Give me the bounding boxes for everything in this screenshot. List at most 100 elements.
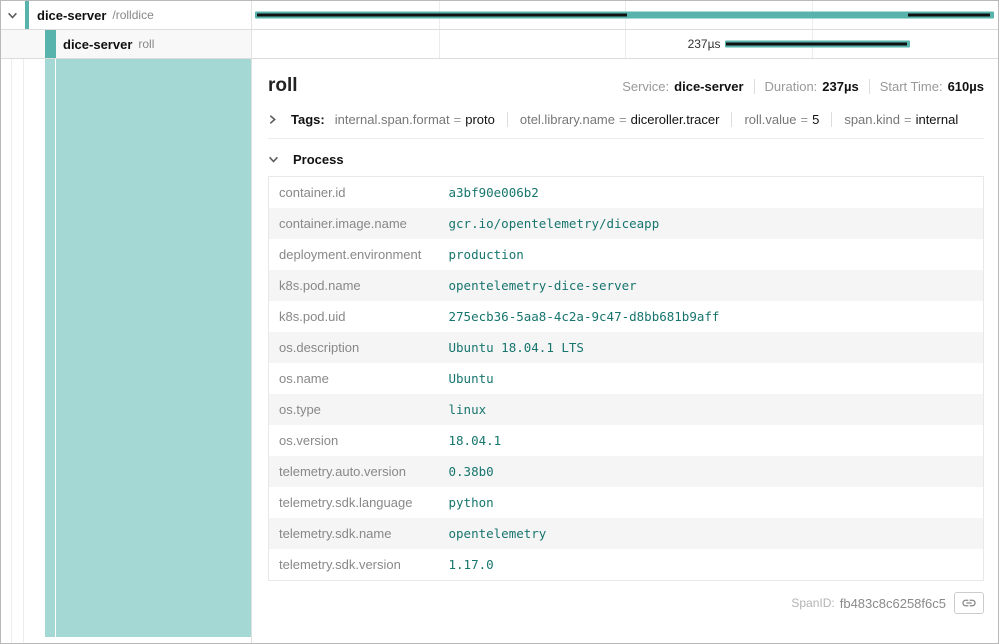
process-value: linux [439,394,984,425]
process-key: os.type [269,394,439,425]
process-row: os.version18.04.1 [269,425,984,456]
process-row: telemetry.auto.version0.38b0 [269,456,984,487]
span-color-accent [45,30,56,58]
span-row-roll[interactable]: dice-server roll 237µs [1,30,998,59]
process-row: os.descriptionUbuntu 18.04.1 LTS [269,332,984,363]
process-value: a3bf90e006b2 [439,177,984,209]
process-key: container.id [269,177,439,209]
tag-key: otel.library.name [520,112,615,127]
chevron-right-icon [268,114,277,125]
service-name: dice-server [37,8,106,23]
span-timeline-cell[interactable] [252,1,998,29]
tag-item: roll.value =5 [731,112,819,127]
tag-key: roll.value [744,112,796,127]
chevron-down-icon [268,154,279,165]
process-key: telemetry.sdk.language [269,487,439,518]
process-value: 1.17.0 [439,549,984,581]
process-row: container.image.namegcr.io/opentelemetry… [269,208,984,239]
process-value: python [439,487,984,518]
process-row: deployment.environmentproduction [269,239,984,270]
service-name: dice-server [63,37,132,52]
process-row: telemetry.sdk.languagepython [269,487,984,518]
spanid-label: SpanID: [791,596,834,610]
process-key: deployment.environment [269,239,439,270]
process-key: os.name [269,363,439,394]
process-accordion-header[interactable]: Process [268,152,984,167]
process-row: k8s.pod.nameopentelemetry-dice-server [269,270,984,301]
tag-equals: = [801,112,809,127]
process-value: 0.38b0 [439,456,984,487]
overview-start-time: Start Time: 610µs [869,79,984,94]
duration-value: 237µs [822,79,858,94]
process-key: k8s.pod.name [269,270,439,301]
overview-duration: Duration: 237µs [754,79,859,94]
chevron-down-icon[interactable] [7,10,18,21]
span-name-cell[interactable]: dice-server roll [1,30,252,58]
tags-summary: internal.span.format=proto otel.library.… [335,112,959,127]
tag-item: otel.library.name = diceroller.tracer [507,112,720,127]
tag-equals: = [904,112,912,127]
service-label: Service: [622,79,669,94]
tag-item: internal.span.format =proto [335,112,495,127]
process-row: os.nameUbuntu [269,363,984,394]
process-key: telemetry.auto.version [269,456,439,487]
span-color-block [56,59,251,637]
span-row-rolldice[interactable]: dice-server /rolldice [1,1,998,30]
process-value: production [439,239,984,270]
process-key: os.description [269,332,439,363]
critical-path-segment [257,14,627,17]
process-key: telemetry.sdk.name [269,518,439,549]
process-value: gcr.io/opentelemetry/diceapp [439,208,984,239]
tag-value: diceroller.tracer [631,112,720,127]
process-key: os.version [269,425,439,456]
span-detail-footer: SpanID: fb483c8c6258f6c5 [268,592,984,626]
process-value: 275ecb36-5aa8-4c2a-9c47-d8bb681b9aff [439,301,984,332]
tag-value: 5 [812,112,819,127]
process-row: container.ida3bf90e006b2 [269,177,984,209]
span-color-accent [25,1,29,29]
process-key: telemetry.sdk.version [269,549,439,581]
critical-path-segment [908,14,990,17]
process-value: opentelemetry [439,518,984,549]
tags-accordion-header[interactable]: Tags: internal.span.format=proto otel.li… [268,112,984,139]
span-duration-label: 237µs [688,37,721,51]
span-timeline-cell[interactable]: 237µs [252,30,998,58]
operation-name: /rolldice [112,8,153,22]
spanid-value: fb483c8c6258f6c5 [840,596,946,611]
tag-key: span.kind [844,112,900,127]
span-overview: Service: dice-server Duration: 237µs Sta… [622,79,984,94]
service-value: dice-server [674,79,743,94]
process-value: 18.04.1 [439,425,984,456]
tag-equals: = [454,112,462,127]
tree-depth-guide [11,59,12,643]
process-row: telemetry.sdk.version1.17.0 [269,549,984,581]
span-title: roll [268,75,298,97]
process-value: Ubuntu 18.04.1 LTS [439,332,984,363]
process-key: k8s.pod.uid [269,301,439,332]
deep-link-button[interactable] [954,592,984,614]
duration-label: Duration: [765,79,818,94]
span-name-cell[interactable]: dice-server /rolldice [1,1,252,29]
link-icon [961,595,977,611]
span-detail-header: roll Service: dice-server Duration: 237µ… [268,75,984,97]
tag-key: internal.span.format [335,112,450,127]
tags-label: Tags: [291,112,325,127]
process-row: telemetry.sdk.nameopentelemetry [269,518,984,549]
timeline-tick [625,30,626,58]
operation-name: roll [138,37,154,51]
jaeger-trace-detail-view: dice-server /rolldice dice-server roll 2… [0,0,999,644]
process-value: opentelemetry-dice-server [439,270,984,301]
critical-path-segment [726,43,907,46]
overview-service: Service: dice-server [622,79,743,94]
process-row: k8s.pod.uid275ecb36-5aa8-4c2a-9c47-d8bb6… [269,301,984,332]
span-color-strip [45,59,55,637]
tag-equals: = [619,112,627,127]
span-detail-panel: roll Service: dice-server Duration: 237µ… [252,59,998,643]
start-time-label: Start Time: [880,79,943,94]
tag-value: proto [465,112,495,127]
process-key-value-table: container.ida3bf90e006b2 container.image… [268,176,984,581]
process-key: container.image.name [269,208,439,239]
span-tree-column [1,59,252,643]
tag-item: span.kind=internal [831,112,958,127]
start-time-value: 610µs [948,79,984,94]
